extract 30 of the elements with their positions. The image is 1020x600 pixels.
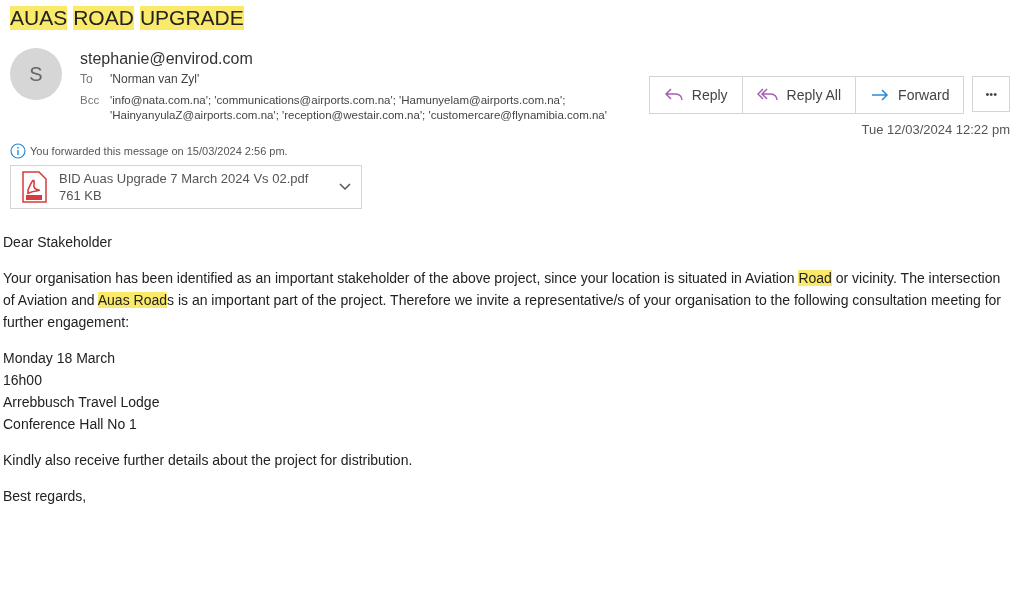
body-paragraph: Dear Stakeholder bbox=[3, 233, 113, 252]
body-line: Arrebbusch Travel Lodge bbox=[3, 393, 161, 412]
bcc-recipients: 'info@nata.com.na'; 'communications@airports.com.na'; 'Hamunyelam@airports.com.na'; bbox=[110, 94, 566, 106]
attachment-name: BID Auas Upgrade 7 March 2024 Vs 02.pdf bbox=[59, 171, 310, 186]
bcc-label: Bcc bbox=[80, 94, 101, 106]
sender-address: stephanie@envirod.com bbox=[80, 50, 254, 68]
body-line: 16h00 bbox=[3, 371, 43, 390]
avatar: S bbox=[10, 48, 62, 100]
more-button[interactable]: ••• bbox=[972, 76, 1010, 112]
pdf-file-icon bbox=[21, 171, 47, 203]
sent-date: Tue 12/03/2024 12:22 pm bbox=[861, 122, 1010, 137]
bcc-recipients: 'HainyanyulaZ@airports.com.na'; 'reception@westair.com.na'; 'customercare@flynamibia.com.na' bbox=[110, 109, 607, 121]
body-paragraph: Best regards, bbox=[3, 487, 88, 506]
subject-word: UPGRADE bbox=[139, 6, 244, 30]
forward-icon bbox=[870, 88, 891, 102]
body-paragraph: Kindly also receive further details about the project for distribution. bbox=[3, 451, 414, 470]
reply-icon bbox=[663, 87, 684, 103]
subject-word: AUAS bbox=[10, 6, 68, 30]
body-line: Conference Hall No 1 bbox=[3, 415, 138, 434]
body-paragraph: Your organisation has been identified as an important stakeholder of the above project, since your location is situated in Aviation Road or vicinity. The intersection of Aviation and Auas Roads is an important part of the project. Therefore we invite a representative/s of your organisation to the following consultation meeting for further engagement: bbox=[3, 269, 1002, 332]
info-icon bbox=[10, 143, 26, 159]
reply-all-icon bbox=[756, 87, 779, 103]
recipient: 'Norman van Zyl' bbox=[110, 72, 200, 86]
chevron-down-icon[interactable] bbox=[339, 183, 351, 191]
body-line: Monday 18 March bbox=[3, 349, 117, 368]
attachment-size: 761 KB bbox=[59, 188, 103, 203]
forward-notice: You forwarded this message on 15/03/2024 2:56 pm. bbox=[30, 145, 288, 157]
attachment[interactable]: BID Auas Upgrade 7 March 2024 Vs 02.pdf 761 KB bbox=[10, 165, 362, 209]
subject-word: ROAD bbox=[73, 6, 134, 30]
to-label: To bbox=[80, 72, 94, 86]
